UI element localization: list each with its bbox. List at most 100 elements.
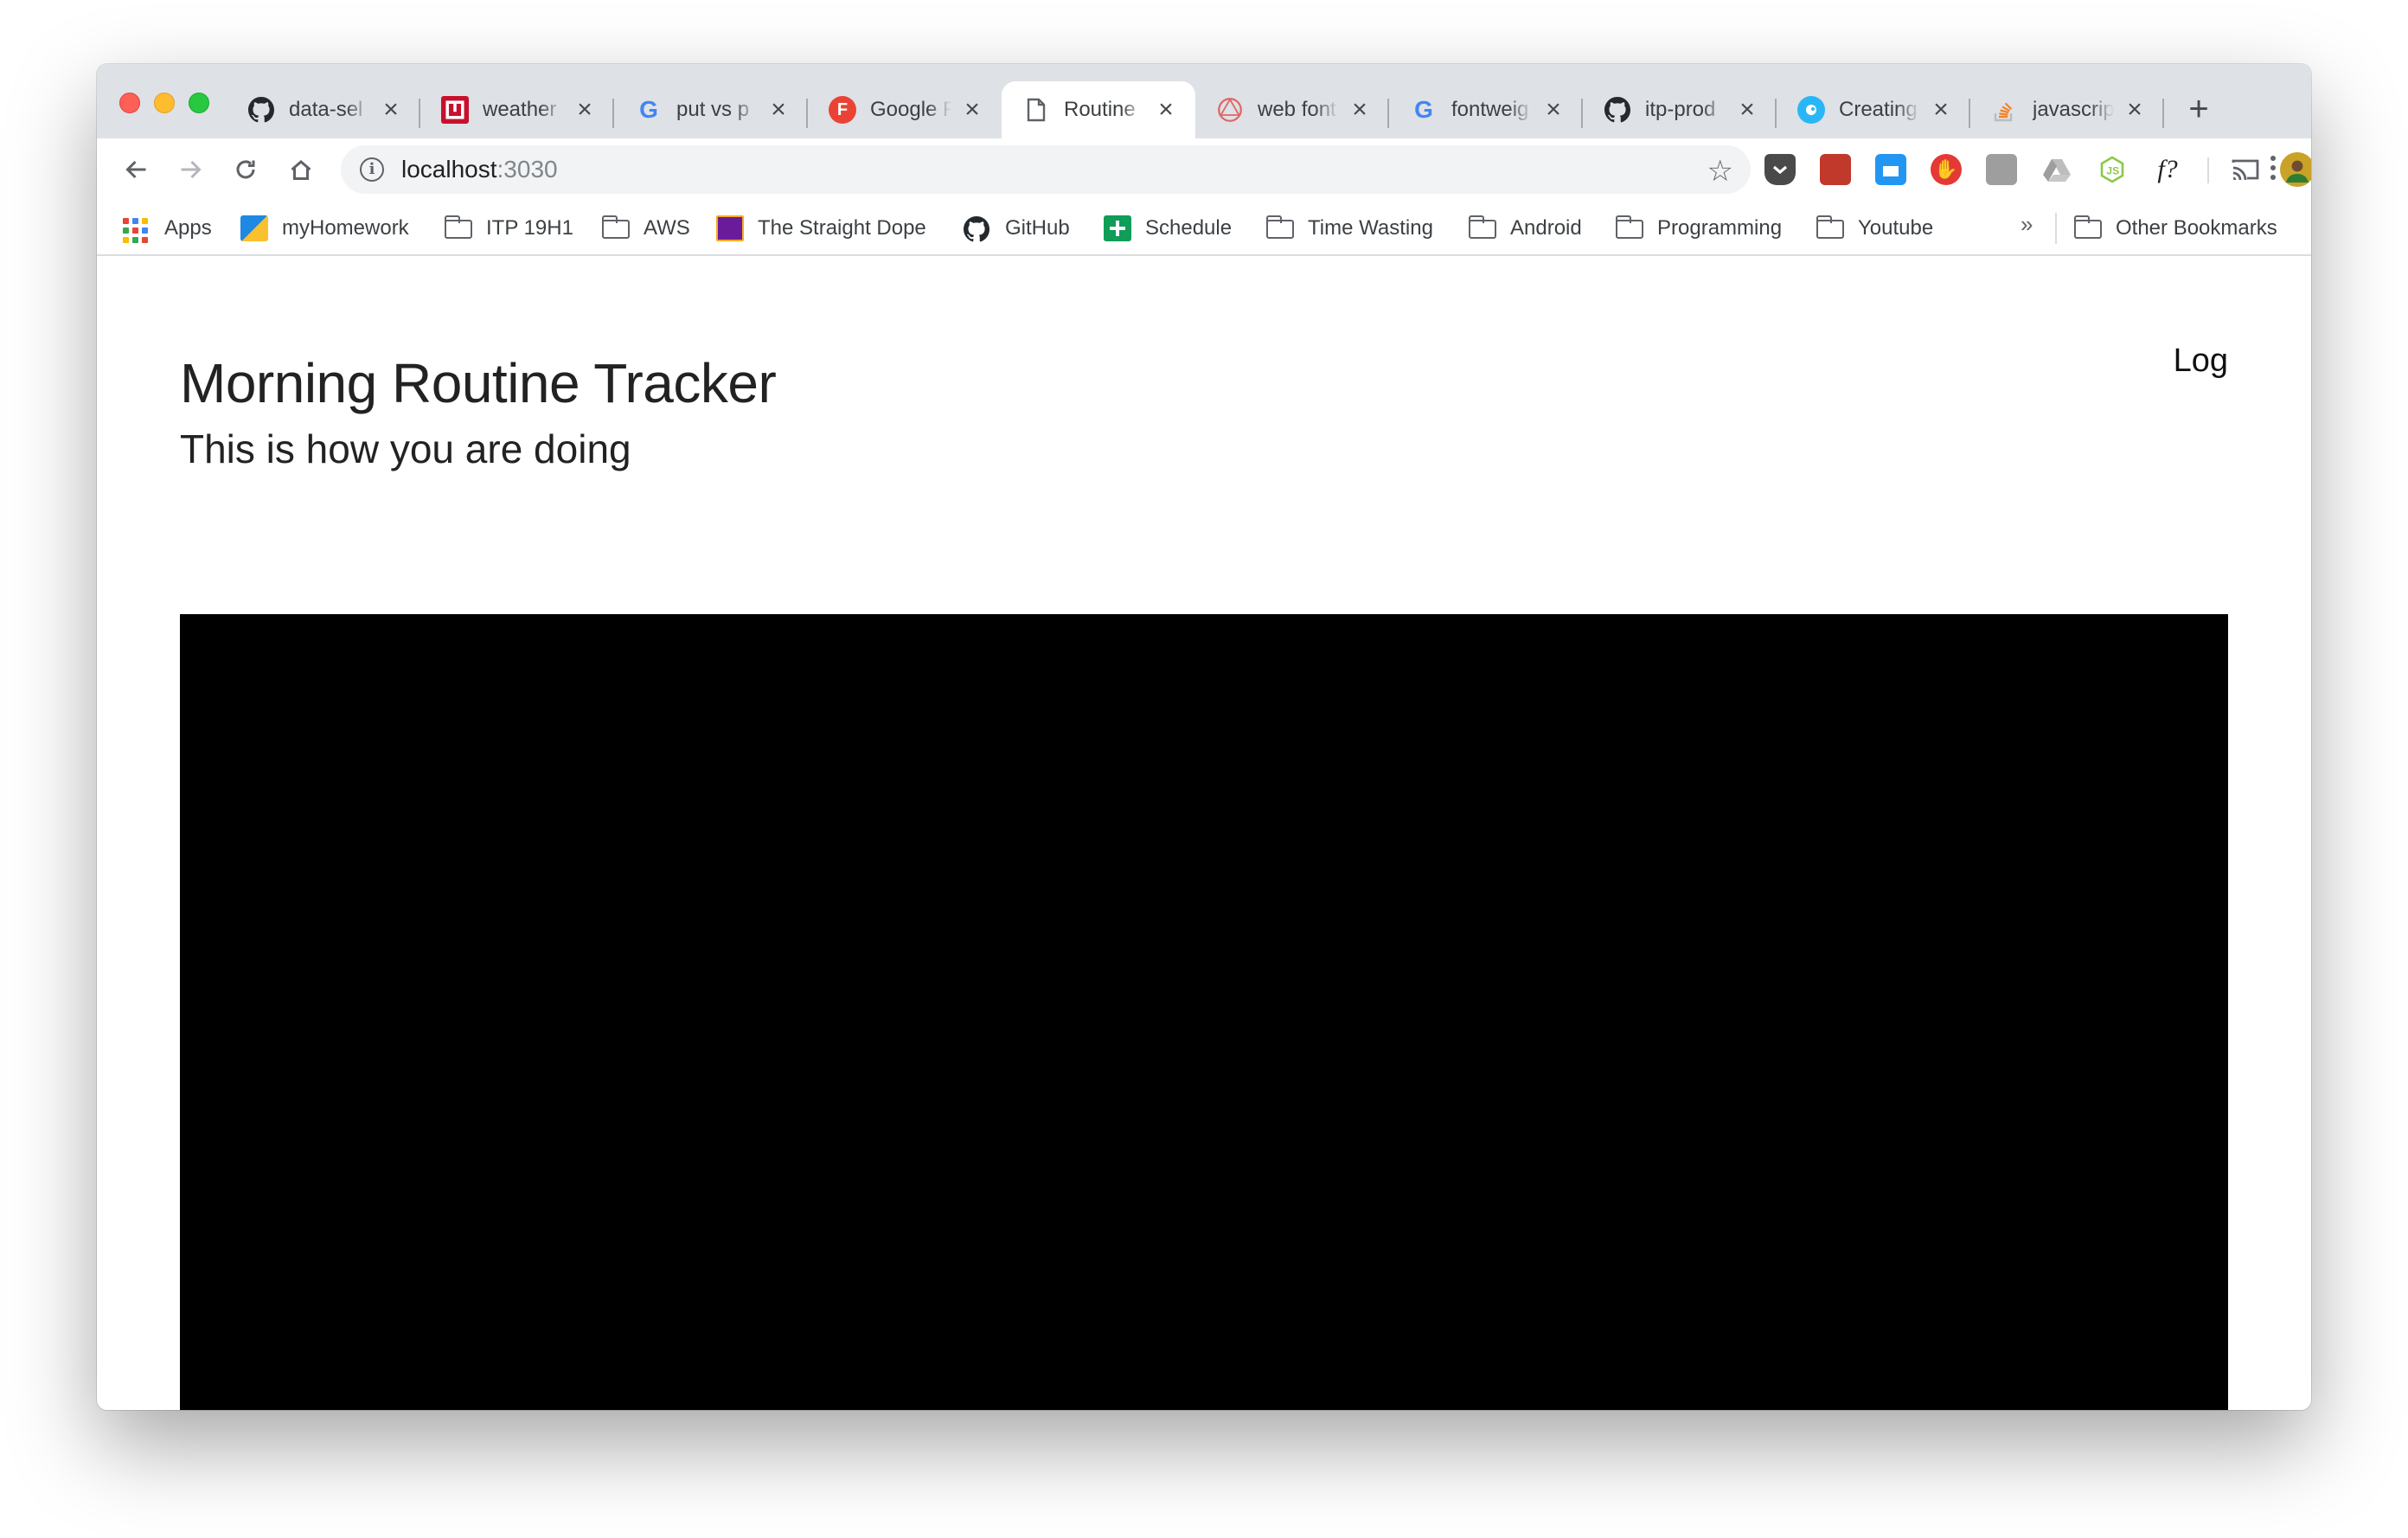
tab-google-fonts[interactable]: F Google F ×: [808, 81, 1002, 138]
bookmark-label: ITP 19H1: [486, 216, 573, 240]
folder-icon: [1816, 215, 1844, 240]
folder-icon: [445, 215, 472, 240]
tab-web-font[interactable]: web font ×: [1195, 81, 1389, 138]
browser-menu-kebab-icon[interactable]: [2264, 151, 2282, 185]
bookmark-star-icon[interactable]: ☆: [1707, 154, 1733, 189]
close-tab-icon[interactable]: ×: [1156, 97, 1176, 123]
github-icon: [247, 96, 275, 124]
bookmark-time-wasting[interactable]: Time Wasting: [1266, 211, 1433, 246]
bookmark-label: Apps: [164, 216, 212, 240]
bookmark-label: Schedule: [1145, 216, 1233, 240]
url-port: :3030: [496, 156, 558, 183]
tab-title: weather: [483, 98, 557, 121]
bookmark-itp-19h1[interactable]: ITP 19H1: [445, 211, 573, 246]
apps-grid-icon: [123, 216, 150, 243]
drive-extension-icon[interactable]: [2041, 154, 2072, 185]
tab-title: web font: [1258, 98, 1336, 121]
google-fonts-icon: F: [829, 96, 856, 124]
maximize-window-button[interactable]: [189, 93, 209, 113]
tab-itp-prod[interactable]: itp-prod ×: [1583, 81, 1777, 138]
tab-creating[interactable]: Creating ×: [1777, 81, 1970, 138]
page-title: Morning Routine Tracker: [180, 352, 777, 414]
page-content: Morning Routine Tracker This is how you …: [97, 256, 2311, 1410]
bookmark-label: Programming: [1657, 216, 1783, 240]
bookmark-label: Youtube: [1858, 216, 1934, 240]
bookmark-myhomework[interactable]: myHomework: [240, 211, 409, 246]
photo-extension-icon[interactable]: [1986, 154, 2017, 185]
bookmark-android[interactable]: Android: [1469, 211, 1582, 246]
bookmark-github[interactable]: GitHub: [964, 211, 1070, 246]
close-tab-icon[interactable]: ×: [381, 97, 401, 123]
tab-title: Routine: [1064, 98, 1136, 121]
bookmark-apps[interactable]: Apps: [123, 211, 212, 246]
profile-avatar[interactable]: [2280, 152, 2311, 187]
book-extension-icon[interactable]: [1820, 154, 1851, 185]
url-host: localhost: [401, 156, 497, 183]
tab-fontweight[interactable]: G fontweig ×: [1389, 81, 1583, 138]
bookmark-aws[interactable]: AWS: [602, 211, 690, 246]
forward-arrow-icon: [181, 160, 202, 179]
weather-icon: [441, 96, 469, 124]
close-tab-icon[interactable]: ×: [1543, 97, 1564, 123]
back-button[interactable]: [118, 151, 156, 189]
bookmark-other-bookmarks[interactable]: Other Bookmarks: [2074, 211, 2277, 246]
cast-icon[interactable]: [2230, 154, 2261, 185]
tab-routine[interactable]: Routine ×: [1002, 81, 1195, 138]
google-icon: G: [639, 96, 658, 123]
address-bar[interactable]: i localhost:3030 ☆: [341, 145, 1751, 194]
close-tab-icon[interactable]: ×: [962, 97, 983, 123]
tab-title: data-sel: [289, 98, 363, 121]
site-info-icon[interactable]: i: [360, 157, 384, 182]
bookmark-label: GitHub: [1005, 216, 1070, 240]
close-tab-icon[interactable]: ×: [2124, 97, 2145, 123]
myhomework-icon: [240, 215, 268, 241]
tab-weather[interactable]: weather ×: [420, 81, 614, 138]
bookmarks-overflow-chevron-icon[interactable]: »: [2021, 211, 2033, 238]
window-extension-icon[interactable]: [1875, 154, 1906, 185]
tab-title: put vs p: [676, 98, 750, 121]
tab-strip: data-sel × weather × G put vs p × F Goog…: [97, 64, 2311, 138]
new-tab-button[interactable]: +: [2181, 92, 2216, 128]
browser-toolbar: i localhost:3030 ☆ ✋ JS f?: [97, 138, 2311, 201]
fx-extension-icon[interactable]: f?: [2152, 154, 2183, 185]
bookmark-label: AWS: [644, 216, 690, 240]
folder-icon: [1616, 215, 1643, 240]
close-tab-icon[interactable]: ×: [1737, 97, 1758, 123]
tab-title: javascrip: [2033, 98, 2114, 121]
browser-window: data-sel × weather × G put vs p × F Goog…: [97, 64, 2311, 1410]
close-tab-icon[interactable]: ×: [768, 97, 789, 123]
folder-icon: [2074, 215, 2102, 240]
tab-title: fontweig: [1451, 98, 1529, 121]
tab-put-vs-post[interactable]: G put vs p ×: [614, 81, 808, 138]
adblock-extension-icon[interactable]: ✋: [1931, 154, 1962, 185]
reload-icon: [236, 160, 255, 179]
folder-icon: [1469, 215, 1496, 240]
bookmark-label: Other Bookmarks: [2116, 216, 2277, 240]
home-icon: [291, 160, 311, 180]
close-window-button[interactable]: [119, 93, 140, 113]
bookmark-programming[interactable]: Programming: [1616, 211, 1782, 246]
bookmark-schedule[interactable]: Schedule: [1104, 211, 1232, 246]
tab-title: Google F: [870, 98, 951, 121]
close-tab-icon[interactable]: ×: [1349, 97, 1370, 123]
close-tab-icon[interactable]: ×: [1931, 97, 1951, 123]
sheets-icon: [1104, 215, 1131, 241]
svg-text:JS: JS: [2106, 165, 2119, 177]
nodejs-extension-icon[interactable]: JS: [2097, 154, 2128, 185]
bookmark-youtube[interactable]: Youtube: [1816, 211, 1933, 246]
reload-button[interactable]: [227, 151, 265, 189]
back-arrow-icon: [125, 160, 146, 179]
tab-javascript[interactable]: javascrip ×: [1970, 81, 2164, 138]
log-nav-link[interactable]: Log: [2174, 343, 2228, 380]
bookmark-straight-dope[interactable]: The Straight Dope: [716, 211, 926, 246]
page-subtitle: This is how you are doing: [180, 426, 631, 471]
home-button[interactable]: [282, 151, 320, 189]
pocket-extension-icon[interactable]: [1764, 154, 1796, 185]
creating-icon: [1797, 96, 1825, 124]
tab-data-sel[interactable]: data-sel ×: [227, 81, 420, 138]
google-icon: G: [1414, 96, 1433, 123]
close-tab-icon[interactable]: ×: [574, 97, 595, 123]
page-icon: [1022, 96, 1050, 124]
forward-button[interactable]: [171, 151, 209, 189]
minimize-window-button[interactable]: [154, 93, 175, 113]
